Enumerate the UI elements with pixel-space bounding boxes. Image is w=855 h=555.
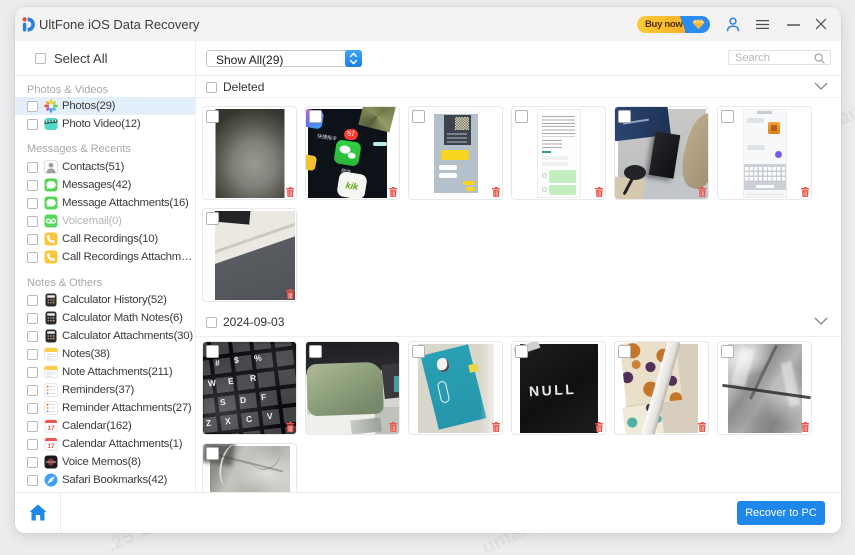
svg-text:17: 17 <box>47 443 55 450</box>
svg-text:17: 17 <box>47 425 55 432</box>
